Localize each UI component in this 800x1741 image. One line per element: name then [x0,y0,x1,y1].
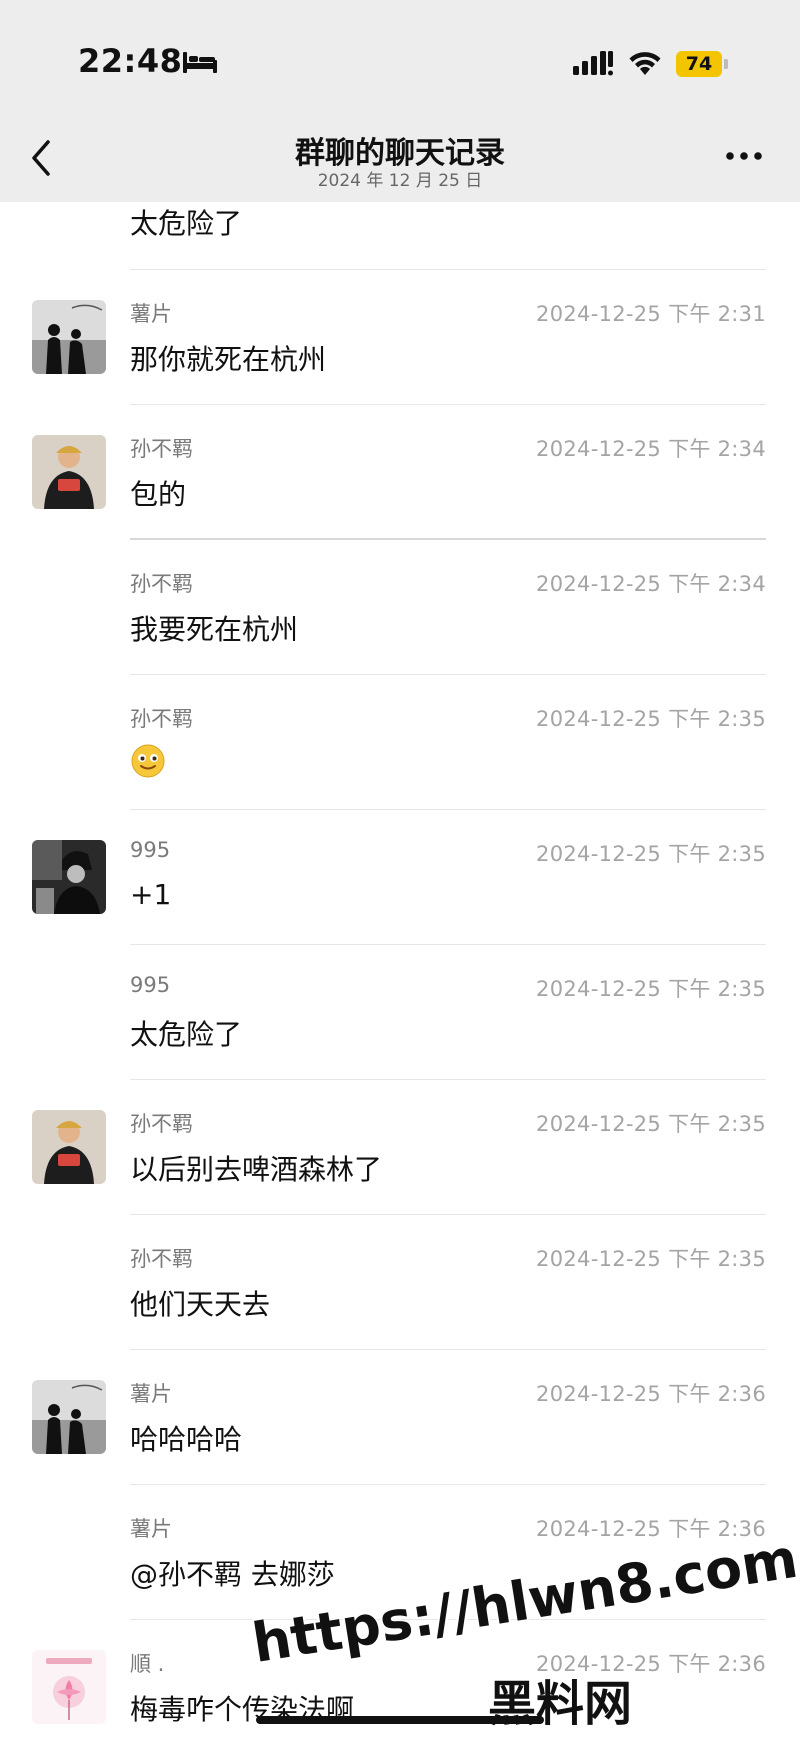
message-row[interactable]: 孙不羁 2024-12-25 下午 2:34 我要死在杭州 [0,540,800,675]
sender-name: 孙不羁 [130,707,193,731]
avatar[interactable] [32,840,106,914]
message-time: 2024-12-25 下午 2:31 [536,302,766,326]
status-time: 22:48 [78,42,183,80]
message-row[interactable]: 孙不羁 2024-12-25 下午 2:35 以后别去啤酒森林了 [0,1080,800,1215]
message-text: 我要死在杭州 [130,613,299,646]
message-time: 2024-12-25 下午 2:35 [536,977,766,1001]
message-row[interactable]: 孙不羁 2024-12-25 下午 2:35 [0,675,800,810]
sender-name: 薯片 [130,302,172,326]
message-row[interactable]: 薯片 2024-12-25 下午 2:31 那你就死在杭州 [0,270,800,405]
sender-name: 順 . [130,1652,165,1676]
avatar[interactable] [32,300,106,374]
chat-history-screen: 22:48 74 群聊的聊天记录 2024 年 12 月 25 日 太危险了 薯… [0,0,800,1741]
message-time: 2024-12-25 下午 2:35 [536,1112,766,1136]
message-text: @孙不羁 去娜莎 [130,1558,335,1591]
child-photo-avatar [32,1110,106,1184]
avatar[interactable] [32,1110,106,1184]
wifi-icon [629,52,661,75]
sender-name: 薯片 [130,1382,172,1406]
sender-name: 孙不羁 [130,437,193,461]
avatar[interactable] [32,1380,106,1454]
message-text: 太危险了 [130,207,243,240]
message-time: 2024-12-25 下午 2:35 [536,707,766,731]
top-bar: 22:48 74 群聊的聊天记录 2024 年 12 月 25 日 [0,0,800,202]
silhouette-couple-avatar [32,300,106,374]
message-text: 太危险了 [130,1018,243,1051]
message-text: +1 [130,878,172,911]
sender-name: 995 [130,838,171,862]
battery-tip [724,59,728,69]
message-time: 2024-12-25 下午 2:34 [536,572,766,596]
message-row[interactable]: 孙不羁 2024-12-25 下午 2:34 包的 [0,405,800,540]
message-time: 2024-12-25 下午 2:35 [536,842,766,866]
cellular-signal-icon [573,51,613,76]
home-indicator[interactable] [256,1716,544,1724]
avatar[interactable] [32,435,106,509]
more-dots-icon[interactable] [724,150,764,162]
avatar[interactable] [32,1650,106,1724]
child-photo-avatar [32,435,106,509]
message-row[interactable]: 孙不羁 2024-12-25 下午 2:35 他们天天去 [0,1215,800,1350]
message-time: 2024-12-25 下午 2:34 [536,437,766,461]
message-time: 2024-12-25 下午 2:36 [536,1382,766,1406]
message-text: 包的 [130,478,187,511]
message-row[interactable]: 995 2024-12-25 下午 2:35 +1 [0,810,800,945]
message-time: 2024-12-25 下午 2:35 [536,1247,766,1271]
battery-indicator: 74 [676,51,722,77]
message-text: 那你就死在杭州 [130,343,327,376]
page-subtitle-date: 2024 年 12 月 25 日 [317,171,483,191]
sleep-bed-icon [183,52,217,73]
message-text: 哈哈哈哈 [130,1423,243,1456]
sender-name: 孙不羁 [130,1112,193,1136]
silhouette-couple-avatar [32,1380,106,1454]
bw-portrait-avatar [32,840,106,914]
sender-name: 孙不羁 [130,572,193,596]
flower-drawing-avatar [32,1650,106,1724]
message-text: 以后别去啤酒森林了 [130,1153,383,1186]
message-row[interactable]: 995 2024-12-25 下午 2:35 太危险了 [0,945,800,1080]
sender-name: 薯片 [130,1517,172,1541]
sender-name: 孙不羁 [130,1247,193,1271]
smiling-face-emoji-icon [131,744,165,778]
message-row[interactable]: 薯片 2024-12-25 下午 2:36 哈哈哈哈 [0,1350,800,1485]
sender-name: 995 [130,973,171,997]
message-list[interactable]: 太危险了 薯片 2024-12-25 下午 2:31 那你就死在杭州 孙不羁 2… [0,202,800,1741]
message-text: 他们天天去 [130,1288,271,1321]
message-text [130,743,166,779]
